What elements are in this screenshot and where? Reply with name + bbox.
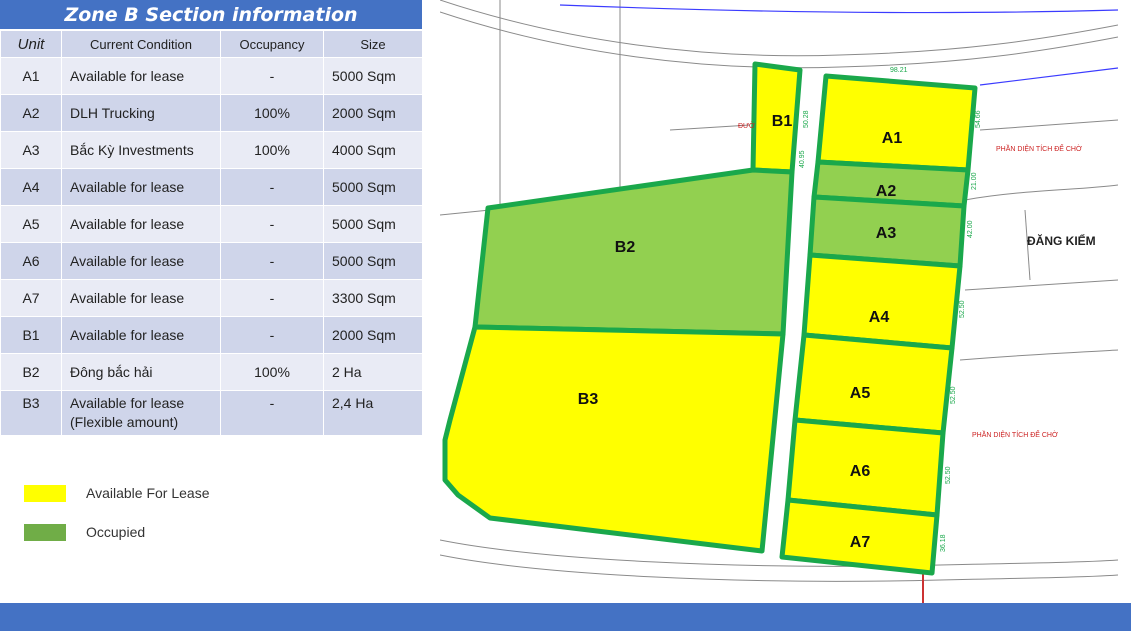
units-table: Unit Current Condition Occupancy Size A1… [0, 30, 423, 436]
legend-label-occupied: Occupied [86, 524, 146, 540]
bottom-bar [0, 603, 1131, 631]
cell-size: 3300 Sqm [323, 279, 423, 317]
site-map: B1 B2 B3 A1 A2 A3 A4 A5 A6 A7 ĐĂNG KIỂM … [439, 0, 1119, 603]
cell-unit: B2 [0, 353, 62, 391]
label-b3: B3 [578, 391, 599, 408]
cell-occupancy: 100% [220, 131, 324, 169]
plot-b3 [442, 324, 786, 554]
site-map-svg: B1 B2 B3 A1 A2 A3 A4 A5 A6 A7 ĐĂNG KIỂM … [439, 0, 1119, 603]
cell-condition-line1: Available for lease [70, 395, 185, 411]
cell-occupancy: 100% [220, 353, 324, 391]
legend-swatch-green [24, 524, 66, 541]
cell-condition: Available for lease [61, 279, 221, 317]
cell-unit: A6 [0, 242, 62, 280]
dim-1: 54.66 [975, 110, 982, 128]
table-row: A6 Available for lease - 5000 Sqm [0, 242, 423, 280]
table-row: A2 DLH Trucking 100% 2000 Sqm [0, 94, 423, 132]
cell-unit: A1 [0, 57, 62, 95]
label-a3: A3 [876, 225, 897, 242]
cell-condition: Available for lease [61, 57, 221, 95]
dim-7: 36.18 [940, 534, 947, 552]
dim-4: 52.50 [959, 300, 966, 318]
table-row: A1 Available for lease - 5000 Sqm [0, 57, 423, 95]
cell-unit: A2 [0, 94, 62, 132]
cell-unit: B1 [0, 316, 62, 354]
info-panel: Zone B Section information Unit Current … [0, 0, 423, 603]
cell-size: 5000 Sqm [323, 205, 423, 243]
label-b1: B1 [772, 113, 793, 130]
cell-occupancy: - [220, 168, 324, 206]
label-b2: B2 [615, 239, 636, 256]
dim-2: 21.00 [971, 172, 978, 190]
cell-condition: Available for lease (Flexible amount) [61, 390, 221, 436]
dim-5: 52.50 [950, 386, 957, 404]
plot-a5 [792, 332, 955, 436]
label-a1: A1 [882, 130, 903, 147]
cell-unit: B3 [0, 390, 62, 436]
cell-size: 2,4 Ha [323, 390, 423, 436]
cell-occupancy: - [220, 316, 324, 354]
cell-unit: A4 [0, 168, 62, 206]
table-header-row: Unit Current Condition Occupancy Size [0, 30, 423, 58]
table-row: A3 Bắc Kỳ Investments 100% 4000 Sqm [0, 131, 423, 169]
header-occupancy: Occupancy [220, 30, 324, 58]
cell-unit: A5 [0, 205, 62, 243]
label-a4: A4 [869, 309, 890, 326]
label-a6: A6 [850, 463, 871, 480]
cell-occupancy: - [220, 390, 324, 436]
dim-b1a: 50.28 [803, 110, 810, 128]
cell-occupancy: - [220, 57, 324, 95]
label-a2: A2 [876, 183, 897, 200]
cell-condition: Available for lease [61, 168, 221, 206]
label-a7: A7 [850, 534, 871, 551]
cell-occupancy: - [220, 242, 324, 280]
dim-6: 52.50 [945, 466, 952, 484]
table-row: B2 Đông bắc hải 100% 2 Ha [0, 353, 423, 391]
cell-size: 5000 Sqm [323, 242, 423, 280]
table-row: B3 Available for lease (Flexible amount)… [0, 390, 423, 436]
header-unit: Unit [0, 30, 62, 58]
cell-occupancy: - [220, 205, 324, 243]
cell-size: 4000 Sqm [323, 131, 423, 169]
cell-occupancy: - [220, 279, 324, 317]
cell-unit: A3 [0, 131, 62, 169]
cell-condition: Đông bắc hải [61, 353, 221, 391]
panel-title: Zone B Section information [0, 0, 422, 29]
header-condition: Current Condition [61, 30, 221, 58]
label-dang-kiem: ĐĂNG KIỂM [1027, 233, 1096, 248]
plot-a1 [815, 73, 978, 173]
cell-size: 5000 Sqm [323, 57, 423, 95]
plot-a4 [801, 252, 963, 351]
legend-swatch-yellow [24, 485, 66, 502]
cell-occupancy: 100% [220, 94, 324, 132]
cell-condition-line2: (Flexible amount) [70, 414, 179, 430]
header-size: Size [323, 30, 423, 58]
cell-condition: Bắc Kỳ Investments [61, 131, 221, 169]
table-row: B1 Available for lease - 2000 Sqm [0, 316, 423, 354]
cell-condition: Available for lease [61, 242, 221, 280]
cell-size: 2000 Sqm [323, 316, 423, 354]
dim-top: 98.21 [890, 67, 908, 74]
legend-label-available: Available For Lease [86, 485, 210, 501]
dim-b1b: 40.95 [799, 150, 806, 168]
table-row: A7 Available for lease - 3300 Sqm [0, 279, 423, 317]
table-row: A5 Available for lease - 5000 Sqm [0, 205, 423, 243]
cell-size: 2000 Sqm [323, 94, 423, 132]
cell-condition: Available for lease [61, 205, 221, 243]
label-a5: A5 [850, 385, 871, 402]
cell-size: 2 Ha [323, 353, 423, 391]
label-duong: ĐƯỜ [738, 121, 755, 130]
cell-condition: DLH Trucking [61, 94, 221, 132]
cell-condition: Available for lease [61, 316, 221, 354]
cell-unit: A7 [0, 279, 62, 317]
dim-3: 42.00 [967, 220, 974, 238]
table-row: A4 Available for lease - 5000 Sqm [0, 168, 423, 206]
cell-size: 5000 Sqm [323, 168, 423, 206]
